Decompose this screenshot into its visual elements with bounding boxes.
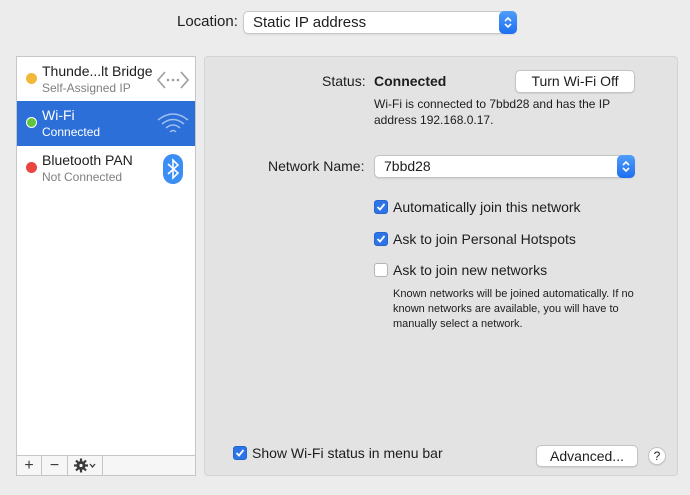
status-dot xyxy=(26,73,37,84)
service-list-toolbar: + − xyxy=(16,455,196,476)
service-item-thunderbolt-bridge[interactable]: Thunde...lt Bridge Self-Assigned IP xyxy=(17,57,195,102)
service-status: Not Connected xyxy=(42,170,123,184)
auto-join-label: Automatically join this network xyxy=(393,199,581,215)
help-button[interactable]: ? xyxy=(648,447,666,465)
auto-join-checkbox[interactable] xyxy=(374,200,388,214)
status-dot xyxy=(26,117,37,128)
service-name: Bluetooth PAN xyxy=(42,152,133,168)
service-item-wifi[interactable]: Wi-Fi Connected xyxy=(17,101,195,146)
service-status: Self-Assigned IP xyxy=(42,81,131,95)
show-status-label: Show Wi-Fi status in menu bar xyxy=(252,445,443,461)
status-label: Status: xyxy=(322,73,366,89)
chevron-updown-icon xyxy=(499,11,517,34)
service-name: Wi-Fi xyxy=(42,107,75,123)
service-status: Connected xyxy=(42,125,101,139)
service-item-bluetooth-pan[interactable]: Bluetooth PAN Not Connected xyxy=(17,146,195,191)
service-name: Thunde...lt Bridge xyxy=(42,63,153,79)
action-menu-button[interactable] xyxy=(68,456,103,475)
advanced-button[interactable]: Advanced... xyxy=(536,445,638,467)
join-new-networks-label: Ask to join new networks xyxy=(393,262,548,278)
status-description: Wi-Fi is connected to 7bbd28 and has the… xyxy=(374,97,610,127)
gear-icon xyxy=(74,458,96,473)
service-list: Thunde...lt Bridge Self-Assigned IP Wi-F… xyxy=(16,56,196,476)
location-label: Location: xyxy=(177,13,238,30)
checkmark-icon xyxy=(376,203,386,211)
thunderbolt-bridge-icon xyxy=(156,63,190,97)
network-name-label: Network Name: xyxy=(268,158,365,174)
location-select[interactable]: Static IP address xyxy=(243,11,517,34)
bluetooth-icon xyxy=(156,152,190,186)
join-new-networks-note: Known networks will be joined automatica… xyxy=(393,288,634,330)
network-name-select[interactable]: 7bbd28 xyxy=(374,155,635,178)
location-value: Static IP address xyxy=(253,14,367,31)
checkmark-icon xyxy=(376,235,386,243)
remove-service-button[interactable]: − xyxy=(42,456,68,475)
personal-hotspots-checkbox[interactable] xyxy=(374,232,388,246)
add-service-button[interactable]: + xyxy=(17,456,42,475)
personal-hotspots-label: Ask to join Personal Hotspots xyxy=(393,231,576,247)
chevron-updown-icon xyxy=(617,155,635,178)
network-name-value: 7bbd28 xyxy=(384,158,431,174)
status-dot xyxy=(26,162,37,173)
show-status-checkbox[interactable] xyxy=(233,446,247,460)
turn-wifi-off-button[interactable]: Turn Wi-Fi Off xyxy=(515,70,635,93)
join-new-networks-checkbox[interactable] xyxy=(374,263,388,277)
status-value: Connected xyxy=(374,73,447,89)
wifi-icon xyxy=(156,107,190,141)
checkmark-icon xyxy=(235,449,245,457)
